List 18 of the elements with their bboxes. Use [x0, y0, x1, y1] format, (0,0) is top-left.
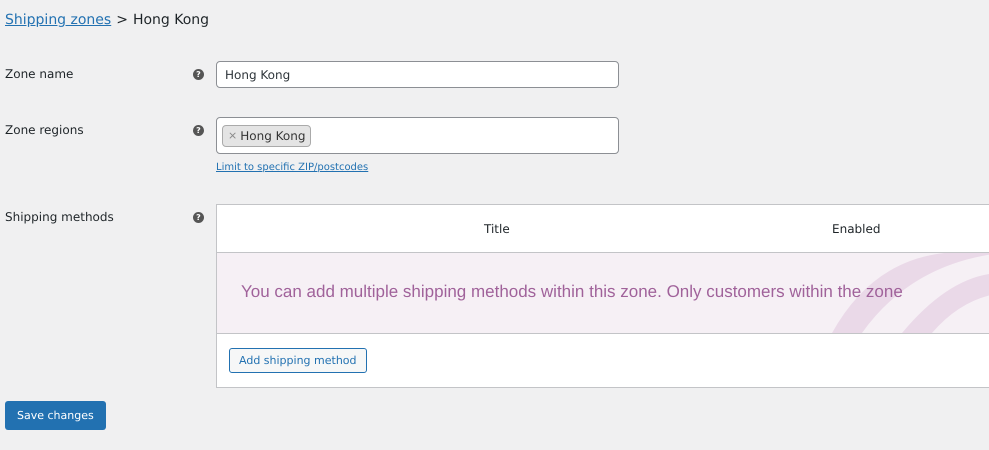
help-icon[interactable]: ? — [193, 212, 204, 223]
postcodes-link[interactable]: Limit to specific ZIP/postcodes — [216, 162, 619, 173]
add-shipping-method-button[interactable]: Add shipping method — [229, 348, 367, 373]
page-title: Hong Kong — [132, 12, 210, 28]
breadcrumb-separator: > — [116, 12, 128, 28]
zone-regions-field[interactable]: × Hong Kong — [216, 117, 619, 154]
column-header: Enabled — [832, 222, 880, 236]
column-header: Title — [484, 222, 510, 236]
zone-name-field[interactable]: Hong Kong — [216, 61, 619, 88]
help-icon[interactable]: ? — [193, 69, 204, 80]
empty-message: You can add multiple shipping methods within this zone. Only customers within the zone — [241, 282, 903, 302]
breadcrumb-link[interactable]: Shipping zones — [5, 12, 112, 28]
field-label: Shipping methods — [5, 209, 115, 224]
help-icon[interactable]: ? — [193, 125, 204, 136]
field-label: Zone name — [5, 66, 74, 81]
field-label: Zone regions — [5, 122, 85, 137]
save-changes-button[interactable]: Save changes — [5, 401, 106, 430]
region-tag: × Hong Kong — [222, 124, 312, 146]
